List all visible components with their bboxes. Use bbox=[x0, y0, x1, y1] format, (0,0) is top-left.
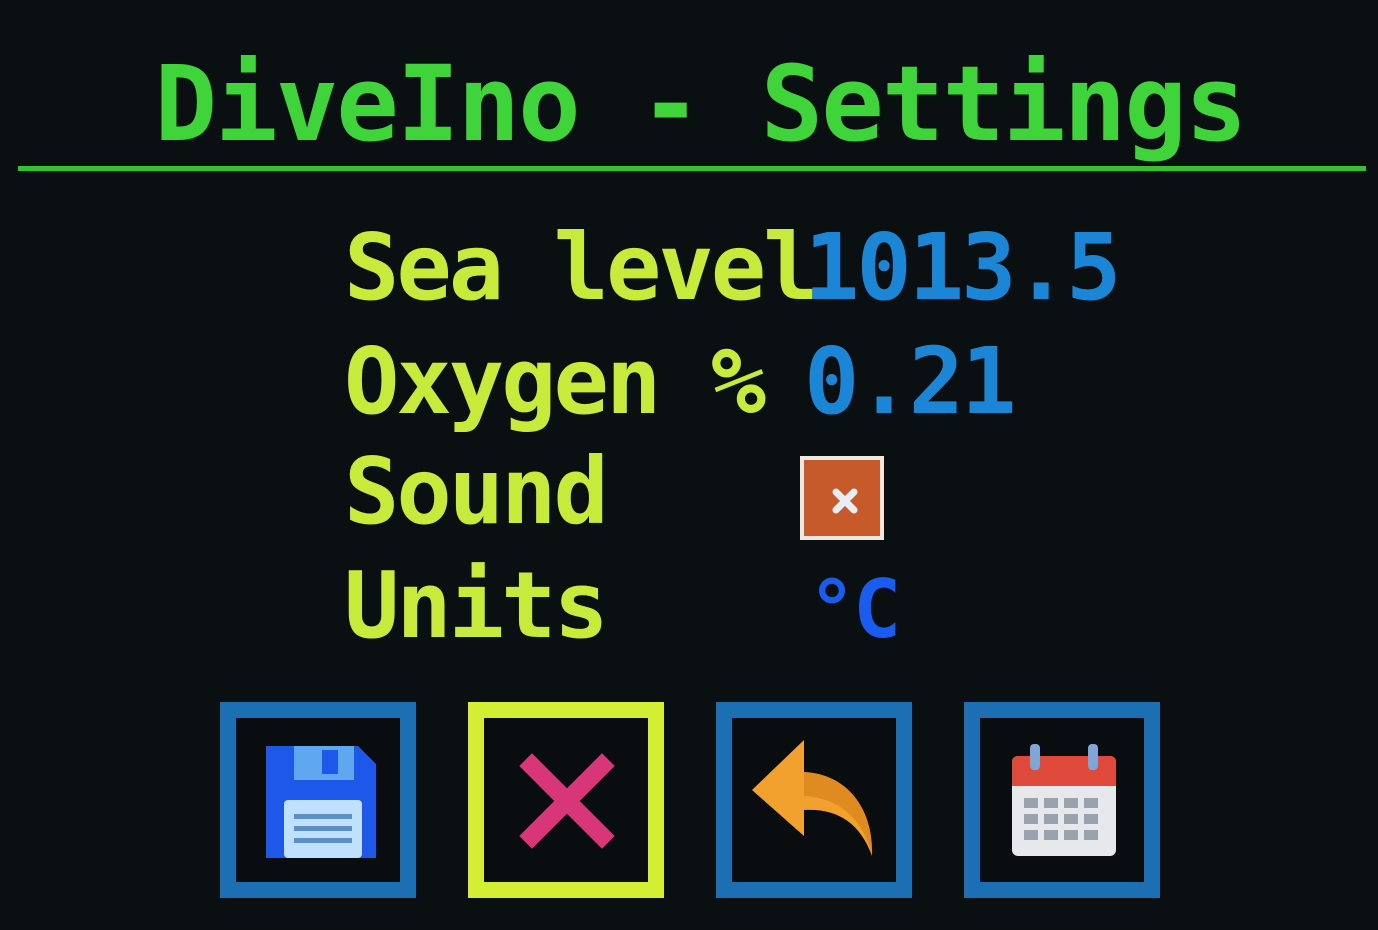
oxygen-label: Oxygen % bbox=[344, 328, 766, 435]
sea-level-label: Sea level bbox=[344, 214, 818, 321]
setting-row-units[interactable]: Units °C bbox=[344, 560, 1144, 670]
checkbox-x-icon bbox=[832, 488, 858, 514]
setting-row-oxygen[interactable]: Oxygen % 0.21 bbox=[344, 336, 1144, 446]
floppy-disk-icon bbox=[266, 746, 376, 858]
cancel-button[interactable] bbox=[468, 702, 664, 898]
title-divider bbox=[18, 166, 1366, 171]
back-arrow-icon bbox=[752, 740, 873, 856]
save-button[interactable] bbox=[220, 702, 416, 898]
sound-label: Sound bbox=[344, 438, 609, 545]
back-button[interactable] bbox=[716, 702, 912, 898]
page-title: DiveIno - Settings bbox=[154, 43, 1247, 165]
sound-checkbox[interactable] bbox=[800, 456, 884, 540]
units-value[interactable]: °C bbox=[808, 570, 901, 650]
calendar-button[interactable] bbox=[964, 702, 1160, 898]
setting-row-sound[interactable]: Sound bbox=[344, 446, 1144, 556]
setting-row-sea-level[interactable]: Sea level 1013.5 bbox=[344, 222, 1144, 332]
calendar-icon bbox=[1012, 744, 1116, 856]
units-label: Units bbox=[344, 552, 609, 659]
oxygen-value[interactable]: 0.21 bbox=[804, 336, 1017, 428]
settings-screen: DiveIno - Settings Sea level 1013.5 Oxyg… bbox=[0, 0, 1378, 930]
sea-level-value[interactable]: 1013.5 bbox=[804, 222, 1121, 314]
close-x-icon bbox=[519, 753, 615, 849]
